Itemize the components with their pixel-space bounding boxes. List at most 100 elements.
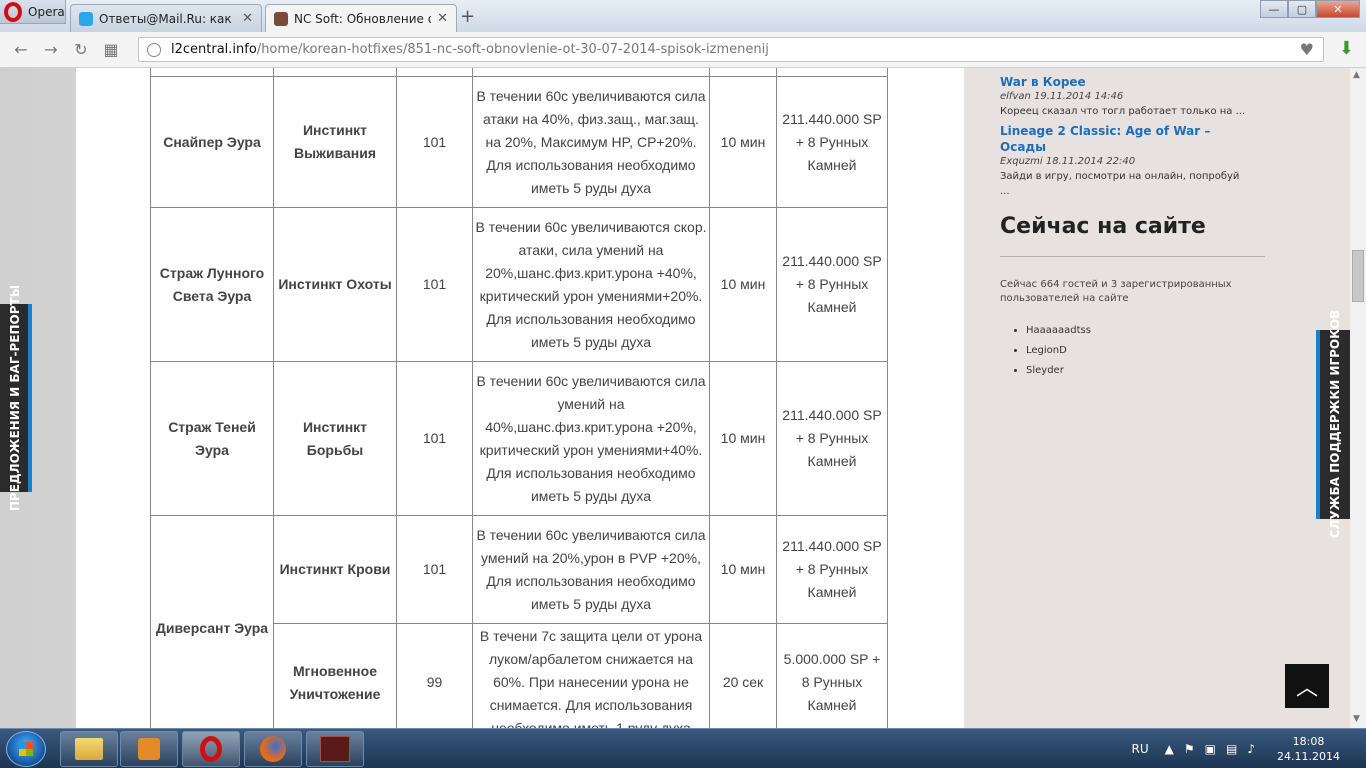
effect-cell: В течении 60с увеличиваются сила атаки н… xyxy=(472,76,710,208)
news-snippet: Зайди в игру, посмотри на онлайн, попроб… xyxy=(1000,171,1240,197)
lineage2-icon xyxy=(320,736,350,762)
table-row: Диверсант Эура Инстинкт Крови 101 В тече… xyxy=(150,515,888,728)
online-count-text: Сейчас 664 гостей и 3 зарегистрированных… xyxy=(1000,279,1232,304)
language-indicator[interactable]: RU xyxy=(1132,742,1149,756)
support-side-tab[interactable]: СЛУЖБА ПОДДЕРЖКИ ИГРОКОВ xyxy=(1316,310,1350,538)
online-users-list: Haaaaaadtss LegionD Sleyder xyxy=(1014,324,1091,384)
level-cell: 101 xyxy=(396,515,473,624)
feedback-side-tab[interactable]: ПРЕДЛОЖЕНИЯ И БАГ-РЕПОРТЫ xyxy=(0,285,32,511)
cost-cell: 211.440.000 SP + 8 Рунных Камней xyxy=(776,515,888,624)
scroll-down-arrow-icon[interactable]: ▼ xyxy=(1353,714,1360,724)
news-title-link[interactable]: Lineage 2 Classic: Age of War – Осады xyxy=(1000,123,1250,155)
online-now-heading: Сейчас на сайте xyxy=(1000,214,1206,239)
device-icon[interactable]: ▣ xyxy=(1205,742,1216,756)
taskbar-explorer[interactable] xyxy=(60,731,118,767)
new-tab-button[interactable]: + xyxy=(460,6,475,27)
scrollbar-thumb[interactable] xyxy=(1352,250,1364,302)
news-title-link[interactable]: War в Корее xyxy=(1000,74,1250,90)
tab-label: Ответы@Mail.Ru: как засо xyxy=(99,11,236,26)
heading-divider xyxy=(1000,256,1265,257)
chevron-up-icon: ︿ xyxy=(1295,676,1318,701)
skill-cell: Инстинкт Крови xyxy=(273,515,397,624)
minimize-button[interactable]: — xyxy=(1260,0,1288,18)
cost-cell: 211.440.000 SP + 8 Рунных Камней xyxy=(776,361,888,516)
reload-icon[interactable]: ↻ xyxy=(66,40,96,59)
online-user[interactable]: Haaaaaadtss xyxy=(1026,324,1091,344)
clock-time: 18:08 xyxy=(1292,735,1325,748)
duration-cell: 10 мин xyxy=(709,207,777,362)
cost-cell: 211.440.000 SP + 8 Рунных Камней xyxy=(776,76,888,208)
skill-cell: Инстинкт Борьбы xyxy=(273,361,397,516)
cost-cell: 5.000.000 SP + 8 Рунных Камней xyxy=(776,623,888,728)
folder-icon xyxy=(75,738,103,760)
table-row: Страж Лунного Света Эура Инстинкт Охоты … xyxy=(150,207,888,362)
news-snippet: Кореец сказал что тогл работает только н… xyxy=(1000,106,1246,117)
system-tray: RU ▲ ⚑ ▣ ▤ ♪ 18:08 24.11.2014 xyxy=(1132,729,1366,768)
speed-dial-grid-icon[interactable]: ▦ xyxy=(96,40,126,59)
tab-mail-answers[interactable]: Ответы@Mail.Ru: как засо ✕ xyxy=(70,4,262,32)
table-row: Снайпер Эура Инстинкт Выживания 101 В те… xyxy=(150,76,888,208)
show-hidden-icons-icon[interactable]: ▲ xyxy=(1165,742,1174,756)
downloads-arrow-icon[interactable]: ⬇ xyxy=(1339,38,1354,59)
tab-close-icon[interactable]: ✕ xyxy=(431,11,448,26)
duration-cell: 10 мин xyxy=(709,76,777,208)
level-cell: 101 xyxy=(396,361,473,516)
support-side-tab-label: СЛУЖБА ПОДДЕРЖКИ ИГРОКОВ xyxy=(1328,309,1342,539)
back-arrow-icon[interactable]: ← xyxy=(6,40,36,59)
news-meta: Exquzmi 18.11.2014 22:40 xyxy=(1000,156,1136,167)
taskbar-media-player[interactable] xyxy=(120,731,178,767)
online-user[interactable]: Sleyder xyxy=(1026,364,1091,384)
feedback-side-tab-label: ПРЕДЛОЖЕНИЯ И БАГ-РЕПОРТЫ xyxy=(8,284,22,512)
class-cell: Диверсант Эура xyxy=(150,515,274,728)
tab-label: NC Soft: Обновление от 3 xyxy=(294,11,431,26)
windows-taskbar: RU ▲ ⚑ ▣ ▤ ♪ 18:08 24.11.2014 xyxy=(0,728,1366,768)
class-cell: Страж Лунного Света Эура xyxy=(150,207,274,362)
start-button[interactable] xyxy=(6,731,46,767)
taskbar-lineage2[interactable] xyxy=(306,731,364,767)
close-window-button[interactable]: ✕ xyxy=(1316,0,1360,18)
volume-icon[interactable]: ♪ xyxy=(1247,742,1255,756)
browser-toolbar: ← → ↻ ▦ l2central.info/home/korean-hotfi… xyxy=(0,32,1366,68)
clock[interactable]: 18:08 24.11.2014 xyxy=(1277,734,1340,764)
level-cell: 101 xyxy=(396,207,473,362)
cost-cell: 211.440.000 SP + 8 Рунных Камней xyxy=(776,207,888,362)
level-cell: 101 xyxy=(396,76,473,208)
scroll-up-arrow-icon[interactable]: ▲ xyxy=(1353,70,1360,80)
maximize-button[interactable]: ▢ xyxy=(1288,0,1316,18)
class-cell: Страж Теней Эура xyxy=(150,361,274,516)
tab-nc-soft-update[interactable]: NC Soft: Обновление от 3 ✕ xyxy=(265,4,457,32)
skills-table: Снайпер Эура Инстинкт Выживания 101 В те… xyxy=(150,68,888,728)
address-bar[interactable]: l2central.info/home/korean-hotfixes/851-… xyxy=(138,37,1324,62)
network-icon[interactable]: ▤ xyxy=(1226,742,1237,756)
table-row-top-cut xyxy=(150,68,888,77)
opera-menu-button[interactable]: Opera xyxy=(0,0,66,24)
online-user[interactable]: LegionD xyxy=(1026,344,1091,364)
page-scrollbar[interactable]: ▲ ▼ xyxy=(1350,68,1366,728)
l2central-favicon-icon xyxy=(274,11,288,26)
skill-cell: Инстинкт Охоты xyxy=(273,207,397,362)
bookmark-heart-icon[interactable]: ♥ xyxy=(1300,40,1314,59)
tab-close-icon[interactable]: ✕ xyxy=(236,11,253,26)
effect-cell: В течении 60с увеличиваются скор. атаки,… xyxy=(472,207,710,362)
duration-cell: 10 мин xyxy=(709,361,777,516)
effect-cell: В течени 7с защита цели от урона луком/а… xyxy=(472,623,710,728)
effect-cell: В течении 60с увеличиваются сила умений … xyxy=(472,515,710,624)
opera-logo-icon xyxy=(4,1,22,22)
forward-arrow-icon[interactable]: → xyxy=(36,40,66,59)
firefox-icon xyxy=(260,736,286,762)
taskbar-firefox[interactable] xyxy=(244,731,302,767)
opera-menu-label: Opera xyxy=(28,4,65,19)
web-page: Снайпер Эура Инстинкт Выживания 101 В те… xyxy=(0,68,1366,728)
class-cell: Снайпер Эура xyxy=(150,76,274,208)
clock-date: 24.11.2014 xyxy=(1277,750,1340,763)
opera-icon xyxy=(200,736,222,762)
site-info-icon[interactable] xyxy=(147,42,161,57)
duration-cell: 10 мин xyxy=(709,515,777,624)
taskbar-opera[interactable] xyxy=(182,731,240,767)
action-center-flag-icon[interactable]: ⚑ xyxy=(1184,742,1195,756)
browser-titlebar: Opera Ответы@Mail.Ru: как засо ✕ NC Soft… xyxy=(0,0,1366,32)
scroll-to-top-button[interactable]: ︿ xyxy=(1285,664,1329,708)
address-host: l2central.info xyxy=(171,42,257,57)
skill-cell: Инстинкт Выживания xyxy=(273,76,397,208)
address-path: /home/korean-hotfixes/851-nc-soft-obnovl… xyxy=(256,42,769,57)
